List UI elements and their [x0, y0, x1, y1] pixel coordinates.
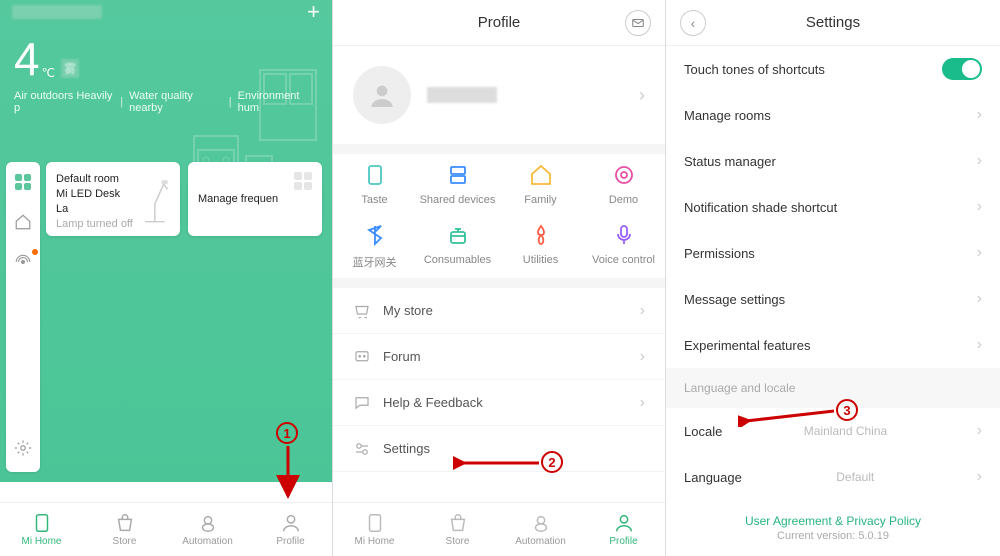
- rail-grid-icon[interactable]: [13, 172, 33, 192]
- list-forum[interactable]: Forum›: [333, 334, 665, 380]
- temperature-value: 4: [14, 32, 40, 86]
- card-status: Lamp turned off: [56, 217, 134, 232]
- air-quality: Air outdoors Heavily p: [14, 90, 114, 114]
- weather-row: 4 ℃ 雾: [0, 32, 332, 86]
- rail-settings-icon[interactable]: [13, 438, 33, 458]
- grid-consumables[interactable]: Consumables: [416, 222, 499, 270]
- home-top: + 4 ℃ 雾 Air outdoors Heavily p | Water q…: [0, 0, 332, 482]
- row-message-settings[interactable]: Message settings›: [666, 276, 1000, 322]
- chevron-right-icon: ›: [977, 336, 982, 354]
- grid-bluetooth[interactable]: 蓝牙网关: [333, 222, 416, 270]
- profile-list: My store› Forum› Help & Feedback› Settin…: [333, 288, 665, 472]
- nav-profile[interactable]: Profile: [249, 503, 332, 556]
- row-experimental[interactable]: Experimental features›: [666, 322, 1000, 368]
- nav-label: Profile: [276, 536, 304, 547]
- list-my-store[interactable]: My store›: [333, 288, 665, 334]
- side-rail: [6, 162, 40, 472]
- grid-family[interactable]: Family: [499, 162, 582, 206]
- arrow-1: [275, 442, 305, 500]
- profile-row[interactable]: ›: [333, 46, 665, 144]
- card-device: Mi LED Desk La: [56, 187, 134, 217]
- water-quality: Water quality nearby: [129, 90, 223, 114]
- chevron-right-icon: ›: [977, 290, 982, 308]
- rail-home-icon[interactable]: [13, 212, 33, 232]
- device-card[interactable]: Default room Mi LED Desk La Lamp turned …: [46, 162, 180, 236]
- manage-label: Manage frequen: [198, 192, 278, 207]
- forum-icon: [353, 348, 371, 366]
- chevron-right-icon: ›: [977, 468, 982, 486]
- env-humidity: Environment hum: [238, 90, 318, 114]
- feature-grid-row-2: 蓝牙网关 Consumables Utilities Voice control: [333, 214, 665, 278]
- footer-agreement-link[interactable]: User Agreement & Privacy Policy: [666, 500, 1000, 528]
- profile-name: [427, 87, 497, 103]
- row-notification-shade[interactable]: Notification shade shortcut›: [666, 184, 1000, 230]
- nav-automation[interactable]: Automation: [166, 503, 249, 556]
- add-icon[interactable]: +: [307, 1, 320, 23]
- feature-grid-row-1: Taste Shared devices Family Demo: [333, 154, 665, 214]
- sliders-icon: [353, 440, 371, 458]
- cart-icon: [353, 302, 371, 320]
- profile-header: Profile: [333, 0, 665, 46]
- chat-icon: [353, 394, 371, 412]
- page-title: Settings: [806, 14, 860, 31]
- screen-profile: Profile › Taste Shared devices Family De…: [333, 0, 666, 556]
- grid-taste[interactable]: Taste: [333, 162, 416, 206]
- grid-shared[interactable]: Shared devices: [416, 162, 499, 206]
- row-manage-rooms[interactable]: Manage rooms›: [666, 92, 1000, 138]
- annotation-2: 2: [541, 451, 563, 473]
- screen-home: + 4 ℃ 雾 Air outdoors Heavily p | Water q…: [0, 0, 333, 556]
- weather-condition: 雾: [61, 59, 79, 78]
- row-permissions[interactable]: Permissions›: [666, 230, 1000, 276]
- chevron-right-icon: ›: [639, 85, 645, 106]
- arrow-3: [738, 401, 838, 427]
- page-title: Profile: [478, 14, 521, 31]
- list-help[interactable]: Help & Feedback›: [333, 380, 665, 426]
- row-touch-tones[interactable]: Touch tones of shortcuts: [666, 46, 1000, 92]
- chevron-right-icon: ›: [977, 244, 982, 262]
- chevron-right-icon: ›: [640, 394, 645, 412]
- chevron-right-icon: ›: [977, 422, 982, 440]
- temperature-unit: ℃: [42, 66, 55, 80]
- nav-automation[interactable]: Automation: [499, 503, 582, 556]
- card-room: Default room: [56, 172, 134, 187]
- row-status-manager[interactable]: Status manager›: [666, 138, 1000, 184]
- lamp-icon: [140, 172, 170, 226]
- grid-icon: [294, 172, 312, 190]
- nav-mi-home[interactable]: Mi Home: [0, 503, 83, 556]
- status-bar: [12, 5, 102, 19]
- rail-broadcast-icon[interactable]: [13, 252, 33, 272]
- grid-utilities[interactable]: Utilities: [499, 222, 582, 270]
- toggle-switch[interactable]: [942, 58, 982, 80]
- nav-label: Mi Home: [21, 536, 61, 547]
- nav-label: Store: [113, 536, 137, 547]
- nav-profile[interactable]: Profile: [582, 503, 665, 556]
- grid-demo[interactable]: Demo: [582, 162, 665, 206]
- row-language[interactable]: Language Default ›: [666, 454, 1000, 500]
- nav-store[interactable]: Store: [83, 503, 166, 556]
- nav-mi-home[interactable]: Mi Home: [333, 503, 416, 556]
- annotation-1: 1: [276, 422, 298, 444]
- env-info-row: Air outdoors Heavily p | Water quality n…: [0, 90, 332, 114]
- settings-header: ‹ Settings: [666, 0, 1000, 46]
- nav-bar: Mi Home Store Automation Profile: [0, 502, 332, 556]
- mail-icon[interactable]: [625, 10, 651, 36]
- screen-settings: ‹ Settings Touch tones of shortcuts Mana…: [666, 0, 1000, 556]
- chevron-right-icon: ›: [977, 152, 982, 170]
- chevron-right-icon: ›: [977, 106, 982, 124]
- chevron-right-icon: ›: [977, 198, 982, 216]
- nav-store[interactable]: Store: [416, 503, 499, 556]
- annotation-3: 3: [836, 399, 858, 421]
- nav-bar: Mi Home Store Automation Profile: [333, 502, 665, 556]
- grid-voice[interactable]: Voice control: [582, 222, 665, 270]
- arrow-2: [453, 452, 545, 474]
- device-cards: Default room Mi LED Desk La Lamp turned …: [46, 162, 322, 236]
- nav-label: Automation: [182, 536, 233, 547]
- manage-card[interactable]: Manage frequen: [188, 162, 322, 236]
- avatar: [353, 66, 411, 124]
- back-button[interactable]: ‹: [680, 10, 706, 36]
- chevron-right-icon: ›: [640, 348, 645, 366]
- language-value: Default: [836, 470, 874, 484]
- footer-version: Current version: 5.0.19: [666, 528, 1000, 542]
- chevron-right-icon: ›: [640, 302, 645, 320]
